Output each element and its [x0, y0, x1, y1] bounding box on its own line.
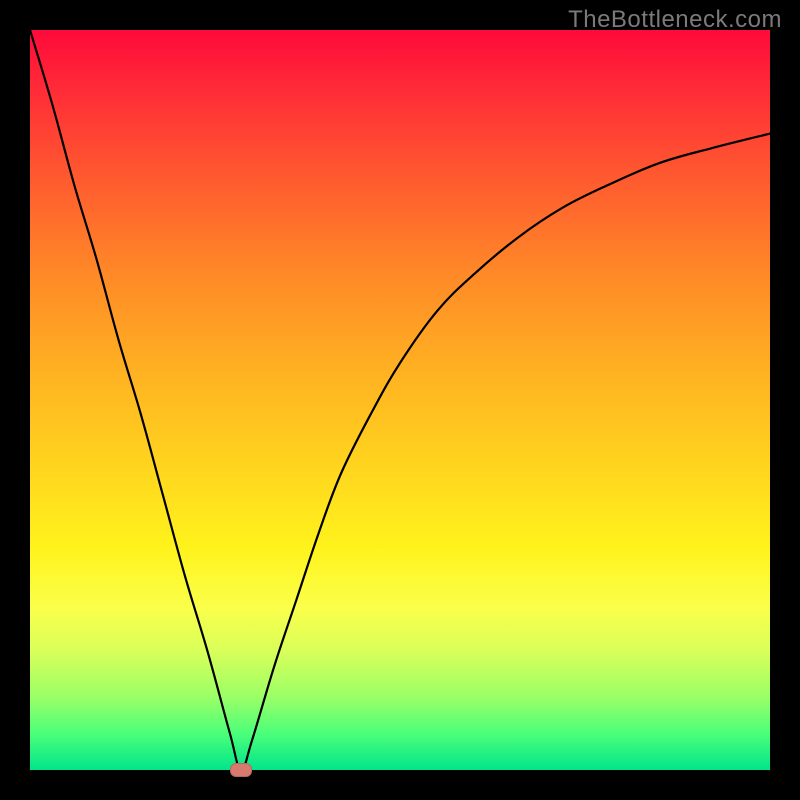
chart-frame: TheBottleneck.com	[0, 0, 800, 800]
optimal-point-marker	[230, 763, 252, 777]
bottleneck-curve	[30, 30, 770, 770]
plot-area	[30, 30, 770, 770]
watermark-text: TheBottleneck.com	[568, 6, 782, 34]
